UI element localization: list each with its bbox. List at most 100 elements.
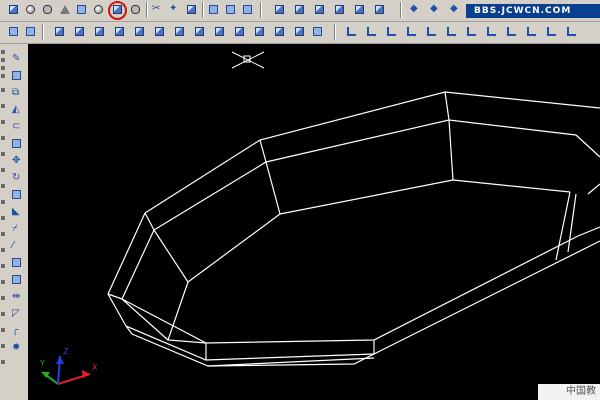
origin-ucs-icon <box>447 27 456 36</box>
cylinder-tool-button[interactable] <box>40 2 55 17</box>
color-faces-button[interactable] <box>152 24 167 39</box>
bottom-view-button[interactable] <box>292 2 307 17</box>
left-view-button[interactable] <box>312 2 327 17</box>
move-tool-button[interactable]: ✥ <box>10 154 25 167</box>
z-ucs-icon <box>547 27 556 36</box>
cone-icon <box>60 5 70 14</box>
extend-tool-button[interactable]: ⁄ <box>10 239 25 252</box>
floor-edge <box>448 119 454 181</box>
sw-iso-view-button[interactable]: ◆ <box>408 2 423 17</box>
section-tool-button[interactable]: ✦ <box>167 2 182 17</box>
bottom-view-icon <box>295 5 304 14</box>
mirror-tool-button[interactable]: ◭ <box>10 103 25 116</box>
section-icon: ✦ <box>169 3 178 14</box>
break-tool-button[interactable] <box>10 273 25 286</box>
z-ucs-button[interactable] <box>544 24 559 39</box>
extend-icon: ⁄ <box>12 240 14 251</box>
toolbar-grip[interactable] <box>0 44 6 400</box>
rim-connector <box>444 91 450 121</box>
sphere-icon <box>26 5 35 14</box>
torus-icon <box>94 5 103 14</box>
torus-tool-button[interactable] <box>91 2 106 17</box>
imprint-button[interactable] <box>212 24 227 39</box>
crosshair-cursor <box>231 51 265 69</box>
fillet-tool-button[interactable]: ╭ <box>10 324 25 337</box>
cylinder-icon <box>43 5 52 14</box>
extrude-faces-button[interactable] <box>6 24 21 39</box>
interference-tool-button[interactable] <box>184 2 199 17</box>
trim-tool-button[interactable]: ⌿ <box>10 222 25 235</box>
cone-tool-button[interactable] <box>57 2 72 17</box>
check-button[interactable] <box>292 24 307 39</box>
view-ucs-button[interactable] <box>424 24 439 39</box>
delete-faces-button[interactable] <box>72 24 87 39</box>
ucs-x-label: X <box>92 363 98 372</box>
apply-ucs-button[interactable] <box>564 24 579 39</box>
right-wall-edge <box>567 193 577 253</box>
back-view-button[interactable] <box>372 2 387 17</box>
se-iso-view-button[interactable]: ◆ <box>428 2 443 17</box>
rotate-faces-button[interactable] <box>92 24 107 39</box>
sphere-tool-button[interactable] <box>23 2 38 17</box>
union-tool-button[interactable] <box>206 2 221 17</box>
color-edges-button[interactable] <box>192 24 207 39</box>
outer-rim-top <box>144 91 600 214</box>
subtract-tool-button[interactable] <box>223 2 238 17</box>
line-tool-button[interactable]: ✎ <box>10 52 25 65</box>
copy-faces-button[interactable] <box>132 24 147 39</box>
y-ucs-button[interactable] <box>524 24 539 39</box>
color-faces-icon <box>155 27 164 36</box>
color-edges-icon <box>195 27 204 36</box>
box-tool-button[interactable] <box>6 2 21 17</box>
top-view-button[interactable] <box>272 2 287 17</box>
explode-tool-button[interactable]: ✸ <box>10 341 25 354</box>
break-icon <box>12 275 21 284</box>
break-at-point-tool-button[interactable] <box>10 256 25 269</box>
stretch-tool-button[interactable]: ◣ <box>10 205 25 218</box>
slice-tool-button[interactable]: ✂ <box>150 2 165 17</box>
clean-button[interactable] <box>232 24 247 39</box>
toolbar-separator <box>260 2 261 18</box>
scale-tool-button[interactable] <box>10 188 25 201</box>
world-ucs-button[interactable] <box>364 24 379 39</box>
copy-edges-button[interactable] <box>172 24 187 39</box>
lock-button[interactable] <box>310 24 325 39</box>
chamfer-tool-button[interactable]: ◸ <box>10 307 25 320</box>
shell-button[interactable] <box>272 24 287 39</box>
drawing-viewport[interactable]: X Y Z 中国教 <box>28 44 600 400</box>
x-ucs-button[interactable] <box>504 24 519 39</box>
front-view-button[interactable] <box>352 2 367 17</box>
ne-iso-icon: ◆ <box>450 3 458 14</box>
offset-faces-button[interactable] <box>52 24 67 39</box>
eraser-icon <box>12 71 21 80</box>
move-faces-button[interactable] <box>23 24 38 39</box>
3point-ucs-button[interactable] <box>484 24 499 39</box>
erase-tool-button[interactable] <box>10 69 25 82</box>
origin-ucs-button[interactable] <box>444 24 459 39</box>
join-tool-button[interactable]: ⇹ <box>10 290 25 303</box>
inner-rim-bottom <box>121 226 600 344</box>
z-axis-ucs-button[interactable] <box>464 24 479 39</box>
array-tool-button[interactable] <box>10 137 25 150</box>
ucs-button[interactable] <box>344 24 359 39</box>
revolve-tool-button[interactable] <box>128 2 143 17</box>
copy-tool-button[interactable]: ⧉ <box>10 86 25 99</box>
extrude-tool-button[interactable] <box>110 2 125 17</box>
taper-faces-button[interactable] <box>112 24 127 39</box>
ne-iso-view-button[interactable]: ◆ <box>448 2 463 17</box>
face-ucs-button[interactable] <box>404 24 419 39</box>
object-ucs-button[interactable] <box>384 24 399 39</box>
rotate-tool-button[interactable]: ↻ <box>10 171 25 184</box>
toolbar-separator <box>202 2 203 18</box>
offset-tool-button[interactable]: ⊂ <box>10 120 25 133</box>
array-icon <box>12 139 21 148</box>
right-view-button[interactable] <box>332 2 347 17</box>
offset-faces-icon <box>55 27 64 36</box>
lock-icon <box>313 27 322 36</box>
wireframe-model: X Y Z <box>39 51 600 385</box>
separate-button[interactable] <box>252 24 267 39</box>
modify-toolbar: ✎ ⧉ ◭ ⊂ ✥ ↻ ◣ ⌿ ⁄ ⇹ ◸ ╭ ✸ <box>0 44 29 400</box>
wedge-tool-button[interactable] <box>74 2 89 17</box>
intersect-tool-button[interactable] <box>240 2 255 17</box>
copy-icon: ⧉ <box>12 87 20 98</box>
